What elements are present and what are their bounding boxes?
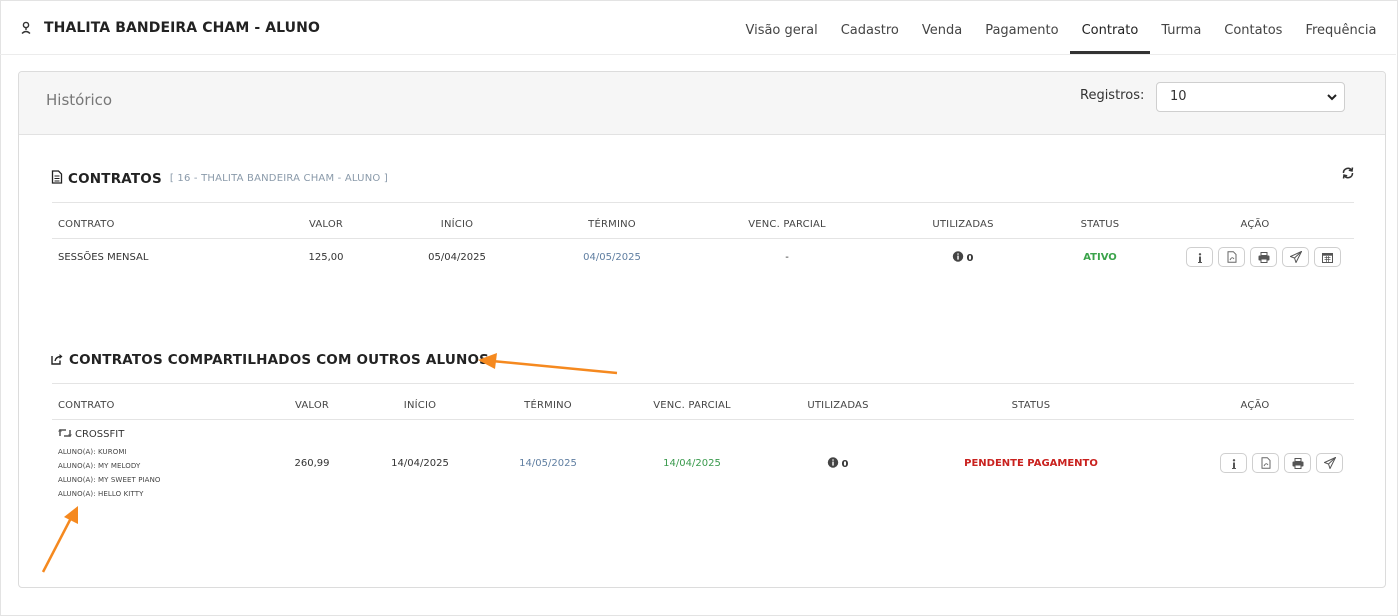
cell-utilizadas: 0	[827, 457, 849, 471]
panel-header: Histórico Registros: 10	[19, 72, 1385, 135]
cell-termino: 04/05/2025	[583, 252, 641, 263]
compartilhados-heading: CONTRATOS COMPARTILHADOS COM OUTROS ALUN…	[51, 350, 489, 369]
col-status: STATUS	[1011, 400, 1051, 411]
col-termino: TÉRMINO	[524, 400, 572, 411]
pdf-button[interactable]	[1218, 247, 1245, 267]
contrato-name: CROSSFIT	[75, 429, 125, 440]
col-utilizadas: UTILIZADAS	[932, 219, 994, 230]
status-badge: PENDENTE PAGAMENTO	[964, 458, 1098, 469]
cell-valor: 260,99	[294, 458, 330, 469]
print-icon	[1292, 454, 1304, 473]
info-button[interactable]	[1186, 247, 1213, 267]
contratos-heading: CONTRATOS [ 16 - THALITA BANDEIRA CHAM -…	[51, 169, 388, 188]
action-buttons	[1220, 453, 1343, 473]
tab-turma[interactable]: Turma	[1150, 0, 1213, 54]
cell-termino: 14/05/2025	[519, 458, 577, 469]
send-button[interactable]	[1316, 453, 1343, 473]
registros-select[interactable]: 10	[1156, 82, 1345, 112]
calendar-icon	[1322, 248, 1333, 267]
col-venc-parcial: VENC. PARCIAL	[748, 219, 826, 230]
tab-cadastro[interactable]: Cadastro	[829, 0, 910, 54]
col-contrato: CONTRATO	[58, 219, 115, 230]
col-valor: VALOR	[294, 400, 330, 411]
col-status: STATUS	[1080, 219, 1120, 230]
list-item: ALUNO(A): HELLO KITTY	[58, 490, 144, 498]
col-inicio: INÍCIO	[403, 400, 437, 411]
col-acao: AÇÃO	[1240, 400, 1270, 411]
divider	[52, 202, 1354, 203]
tab-pagamento[interactable]: Pagamento	[974, 0, 1070, 54]
calendar-button[interactable]	[1314, 247, 1341, 267]
action-buttons	[1186, 247, 1341, 267]
send-icon	[1322, 454, 1337, 473]
historico-panel: Histórico Registros: 10 CONTRATOS [ 16 -…	[18, 71, 1386, 588]
col-utilizadas: UTILIZADAS	[807, 400, 869, 411]
contratos-title: CONTRATOS	[68, 170, 162, 187]
share-icon	[51, 350, 64, 369]
utilizadas-value: 0	[966, 252, 974, 264]
registros-label: Registros:	[1080, 88, 1145, 103]
info-icon	[1231, 454, 1237, 473]
cell-venc-parcial: -	[785, 252, 789, 263]
col-venc-parcial: VENC. PARCIAL	[653, 400, 731, 411]
col-contrato: CONTRATO	[58, 400, 115, 411]
col-inicio: INÍCIO	[440, 219, 474, 230]
tab-contrato[interactable]: Contrato	[1070, 0, 1150, 54]
cell-contrato: SESSÕES MENSAL	[58, 252, 149, 263]
pdf-button[interactable]	[1252, 453, 1279, 473]
print-button[interactable]	[1250, 247, 1277, 267]
list-item: ALUNO(A): MY SWEET PIANO	[58, 476, 161, 484]
tab-bar: Visão geral Cadastro Venda Pagamento Con…	[734, 0, 1388, 55]
col-acao: AÇÃO	[1240, 219, 1270, 230]
utilizadas-value: 0	[841, 458, 849, 470]
student-header: THALITA BANDEIRA CHAM - ALUNO	[20, 20, 320, 36]
col-valor: VALOR	[308, 219, 344, 230]
panel-title: Histórico	[46, 91, 113, 109]
tab-visao-geral[interactable]: Visão geral	[734, 0, 829, 54]
tab-frequencia[interactable]: Frequência	[1294, 0, 1388, 54]
print-button[interactable]	[1284, 453, 1311, 473]
status-badge: ATIVO	[1083, 252, 1117, 263]
file-text-icon	[51, 169, 63, 188]
cell-inicio: 14/04/2025	[391, 458, 449, 469]
send-icon	[1288, 248, 1303, 267]
divider	[52, 419, 1354, 420]
tab-venda[interactable]: Venda	[910, 0, 973, 54]
alunos-list: ALUNO(A): KUROMI ALUNO(A): MY MELODY ALU…	[58, 445, 161, 501]
info-button[interactable]	[1220, 453, 1247, 473]
chevron-down-icon	[1326, 85, 1338, 120]
cell-contrato: CROSSFIT	[58, 428, 124, 441]
pdf-icon	[1227, 248, 1237, 267]
person-icon	[20, 21, 32, 35]
refresh-icon[interactable]	[1341, 165, 1355, 184]
retweet-icon	[58, 428, 72, 441]
send-button[interactable]	[1282, 247, 1309, 267]
pdf-icon	[1261, 454, 1271, 473]
cell-utilizadas: 0	[952, 251, 974, 265]
cell-valor: 125,00	[308, 252, 344, 263]
list-item: ALUNO(A): KUROMI	[58, 448, 127, 456]
student-name: THALITA BANDEIRA CHAM - ALUNO	[44, 20, 320, 36]
info-icon	[952, 251, 964, 265]
registros-value: 10	[1170, 89, 1187, 104]
cell-venc-parcial: 14/04/2025	[663, 458, 721, 469]
compartilhados-title: CONTRATOS COMPARTILHADOS COM OUTROS ALUN…	[69, 351, 490, 368]
tab-contatos[interactable]: Contatos	[1213, 0, 1294, 54]
print-icon	[1258, 248, 1270, 267]
divider	[52, 238, 1354, 239]
info-icon	[827, 457, 839, 471]
col-termino: TÉRMINO	[588, 219, 636, 230]
divider	[52, 383, 1354, 384]
top-bar: THALITA BANDEIRA CHAM - ALUNO Visão gera…	[0, 0, 1396, 55]
cell-inicio: 05/04/2025	[428, 252, 486, 263]
list-item: ALUNO(A): MY MELODY	[58, 462, 141, 470]
contratos-subtitle: [ 16 - THALITA BANDEIRA CHAM - ALUNO ]	[169, 173, 388, 184]
info-icon	[1197, 248, 1203, 267]
